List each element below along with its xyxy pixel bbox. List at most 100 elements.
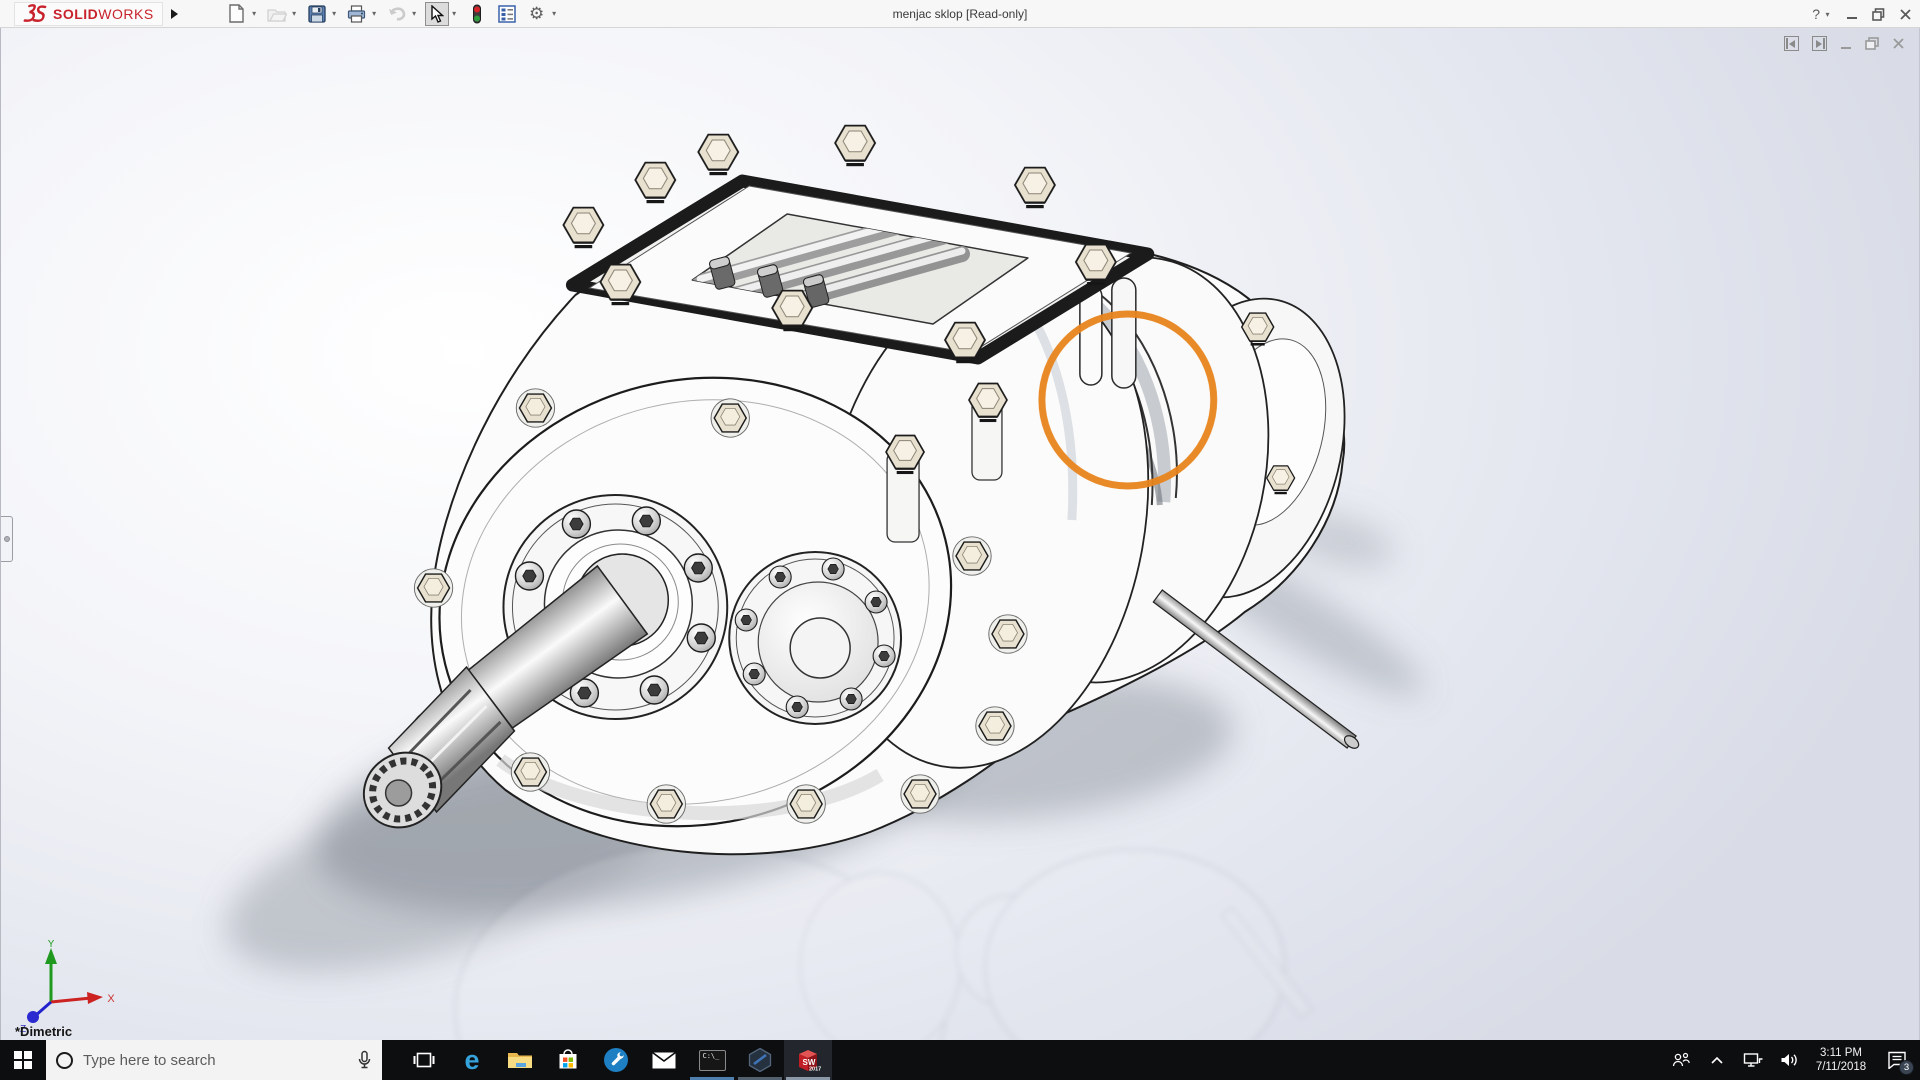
edge-icon: e [464, 1047, 479, 1074]
doc-restore-button[interactable] [1865, 37, 1879, 50]
minimize-button[interactable] [1846, 8, 1858, 20]
graphics-viewport[interactable]: Y X Z *Dimetric [0, 28, 1920, 1040]
task-view-button[interactable] [400, 1040, 448, 1080]
options-dropdown[interactable]: ▾ [550, 9, 559, 18]
triad-x-label: X [107, 993, 115, 1005]
store-icon [557, 1049, 579, 1071]
open-icon [267, 6, 287, 22]
chevron-up-icon [1710, 1055, 1724, 1065]
speaker-icon [1780, 1052, 1799, 1068]
microphone-icon[interactable] [357, 1050, 372, 1070]
clock-time: 3:11 PM [1810, 1046, 1872, 1060]
gear-icon: ⚙ [529, 5, 544, 22]
pane-right-button[interactable] [1812, 36, 1827, 51]
network-button[interactable] [1738, 1040, 1768, 1080]
new-document-icon [228, 4, 245, 23]
doc-close-button[interactable] [1892, 37, 1905, 50]
close-icon [1899, 8, 1912, 21]
interference-check-button[interactable] [465, 2, 489, 26]
clock-date: 7/11/2018 [1810, 1060, 1872, 1074]
flyout-arrow-icon [171, 9, 178, 19]
undo-button[interactable] [385, 2, 409, 26]
mail-button[interactable] [640, 1040, 688, 1080]
store-button[interactable] [544, 1040, 592, 1080]
save-dropdown[interactable]: ▾ [330, 9, 339, 18]
print-icon [347, 5, 366, 23]
sw-running-indicator [786, 1077, 830, 1080]
options-button[interactable]: ⚙ [525, 2, 549, 26]
file-explorer-button[interactable] [496, 1040, 544, 1080]
orientation-triad: Y X Z [7, 940, 127, 1036]
command-prompt-button[interactable]: C:\_ [688, 1040, 736, 1080]
close-button[interactable] [1899, 8, 1912, 21]
edge-button[interactable]: e [448, 1040, 496, 1080]
document-window-controls [1784, 36, 1905, 51]
dev-hexagon-button[interactable] [736, 1040, 784, 1080]
hexagon-running-indicator [738, 1077, 782, 1080]
list-form-icon [498, 5, 516, 23]
select-tool-button[interactable] [425, 2, 449, 26]
save-icon [308, 5, 326, 23]
feature-panel-collapse-tab[interactable] [1, 516, 13, 562]
taskbar-apps: e C:\_ SW 2017 [400, 1040, 832, 1080]
people-icon [1671, 1052, 1691, 1068]
new-document-dropdown[interactable]: ▾ [250, 9, 259, 18]
task-view-icon [413, 1051, 435, 1069]
window-controls: ?▾ [1812, 0, 1912, 28]
select-tool-dropdown[interactable]: ▾ [450, 9, 459, 18]
svg-text:2017: 2017 [809, 1067, 821, 1073]
people-button[interactable] [1666, 1040, 1696, 1080]
windows-logo-icon [14, 1051, 32, 1069]
doc-minimize-button[interactable] [1840, 38, 1852, 50]
start-button[interactable] [0, 1040, 46, 1080]
command-prompt-icon: C:\_ [699, 1050, 726, 1071]
volume-button[interactable] [1774, 1040, 1804, 1080]
solidworks-2017-icon: SW 2017 [794, 1046, 822, 1074]
print-button[interactable] [345, 2, 369, 26]
panel-tab-dot-icon [4, 536, 10, 542]
search-placeholder-text: Type here to search [83, 1052, 347, 1069]
tray-overflow-button[interactable] [1702, 1040, 1732, 1080]
3d-model-canvas[interactable] [1, 28, 1919, 1040]
title-bar: SOLIDWORKS ▾ ▾ ▾ ▾ ▾ [0, 0, 1920, 28]
view-orientation-label: *Dimetric [15, 1024, 72, 1039]
taskbar-search[interactable]: Type here to search [46, 1040, 382, 1080]
pane-left-button[interactable] [1784, 36, 1799, 51]
undo-icon [387, 6, 407, 22]
cortana-circle-icon [56, 1052, 73, 1069]
windows-taskbar: Type here to search e C:\_ [0, 1040, 1920, 1080]
solidworks-taskbar-button[interactable]: SW 2017 [784, 1040, 832, 1080]
file-explorer-icon [507, 1050, 533, 1070]
network-icon [1743, 1052, 1763, 1068]
notification-badge: 3 [1899, 1060, 1914, 1075]
undo-dropdown[interactable]: ▾ [410, 9, 419, 18]
print-dropdown[interactable]: ▾ [370, 9, 379, 18]
taskbar-clock[interactable]: 3:11 PM 7/11/2018 [1810, 1046, 1872, 1074]
traffic-light-icon [472, 4, 482, 24]
minimize-icon [1846, 8, 1858, 20]
select-cursor-icon [430, 5, 444, 23]
evaluate-list-button[interactable] [495, 2, 519, 26]
toolbar-flyout-button[interactable] [167, 3, 183, 25]
open-button[interactable] [265, 2, 289, 26]
solidworks-logo[interactable]: SOLIDWORKS [14, 2, 163, 26]
solidworks-logo-icon [23, 3, 49, 25]
settings-tool-button[interactable] [592, 1040, 640, 1080]
restore-button[interactable] [1872, 8, 1885, 21]
wrench-circle-icon [603, 1047, 629, 1073]
quick-access-toolbar: ▾ ▾ ▾ ▾ ▾ ▾ [223, 2, 561, 26]
action-center-button[interactable]: 3 [1878, 1040, 1916, 1080]
mail-icon [652, 1052, 676, 1069]
hexagon-app-icon [747, 1047, 773, 1073]
triad-y-label: Y [47, 940, 55, 950]
model-reflection [456, 845, 1312, 1040]
help-button[interactable]: ?▾ [1812, 6, 1832, 22]
system-tray: 3:11 PM 7/11/2018 3 [1666, 1040, 1920, 1080]
new-document-button[interactable] [225, 2, 249, 26]
save-button[interactable] [305, 2, 329, 26]
restore-icon [1872, 8, 1885, 21]
help-dropdown[interactable]: ▾ [1823, 10, 1832, 19]
solidworks-wordmark: SOLIDWORKS [53, 6, 154, 22]
cmd-running-indicator [690, 1077, 734, 1080]
open-dropdown[interactable]: ▾ [290, 9, 299, 18]
